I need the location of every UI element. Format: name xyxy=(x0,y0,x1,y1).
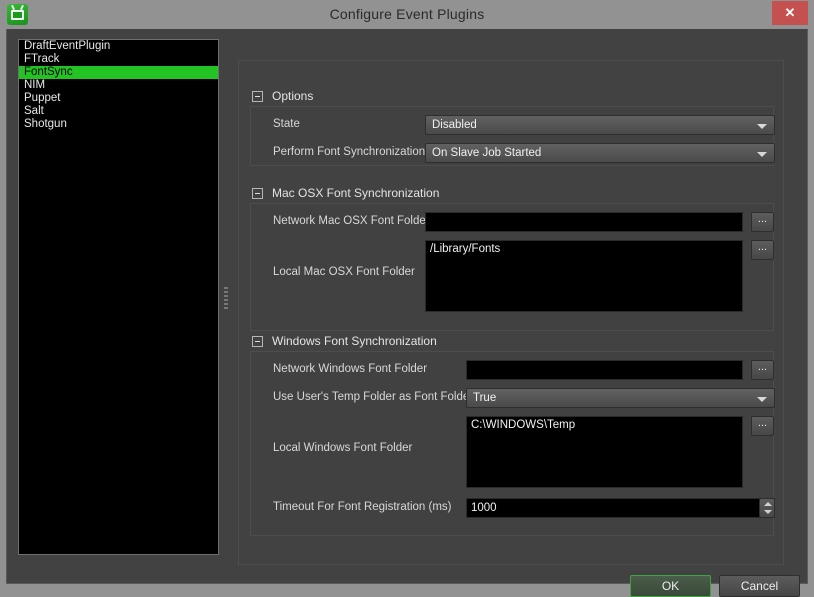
title-bar: Configure Event Plugins ✕ xyxy=(0,0,814,29)
collapse-minus-icon[interactable] xyxy=(252,188,263,199)
browse-local-windows-folder-button[interactable]: ... xyxy=(751,416,774,436)
local-mac-folder-textarea[interactable]: /Library/Fonts xyxy=(425,240,743,312)
use-temp-folder-value: True xyxy=(473,392,497,404)
perform-sync-dropdown[interactable]: On Slave Job Started xyxy=(425,143,775,163)
label-network-windows-folder: Network Windows Font Folder xyxy=(273,363,428,375)
list-item[interactable]: FTrack xyxy=(19,53,218,66)
timeout-spinner[interactable]: 1000 xyxy=(466,498,775,518)
list-item-selected[interactable]: FontSync xyxy=(19,66,218,79)
group-mac-frame: Network Mac OSX Font Folder ... Local Ma… xyxy=(250,203,774,331)
state-value: Disabled xyxy=(432,119,477,131)
chevron-down-icon xyxy=(757,397,767,402)
deadline-monitor-icon xyxy=(7,4,28,25)
group-windows-title: Windows Font Synchronization xyxy=(272,334,437,348)
list-item[interactable]: Salt xyxy=(19,105,218,118)
group-options: Options State Disabled Perform Font Sync… xyxy=(250,87,775,166)
spinner-buttons[interactable] xyxy=(759,498,775,518)
label-timeout: Timeout For Font Registration (ms) xyxy=(273,501,452,513)
local-windows-folder-textarea[interactable]: C:\WINDOWS\Temp xyxy=(466,416,743,488)
chevron-down-icon xyxy=(757,152,767,157)
label-state: State xyxy=(273,118,300,130)
group-options-frame: State Disabled Perform Font Synchronizat… xyxy=(250,106,775,166)
network-mac-folder-input[interactable] xyxy=(425,212,743,232)
list-item[interactable]: Shotgun xyxy=(19,118,218,131)
label-use-temp-folder: Use User's Temp Folder as Font Folder xyxy=(273,391,474,403)
use-temp-folder-dropdown[interactable]: True xyxy=(466,388,775,408)
splitter-handle[interactable] xyxy=(222,39,230,555)
configure-event-plugins-window: Configure Event Plugins ✕ DraftEventPlug… xyxy=(0,0,814,597)
window-title: Configure Event Plugins xyxy=(329,6,485,22)
local-windows-folder-value: C:\WINDOWS\Temp xyxy=(471,419,576,431)
ok-button[interactable]: OK xyxy=(630,575,711,597)
plugin-list[interactable]: DraftEventPlugin FTrack FontSync NIM Pup… xyxy=(18,39,219,555)
spinner-down-icon[interactable] xyxy=(764,510,772,514)
spinner-up-icon[interactable] xyxy=(764,502,772,506)
state-dropdown[interactable]: Disabled xyxy=(425,115,775,135)
cancel-button[interactable]: Cancel xyxy=(719,575,800,597)
browse-network-windows-folder-button[interactable]: ... xyxy=(751,360,774,380)
dialog-body: DraftEventPlugin FTrack FontSync NIM Pup… xyxy=(6,29,809,597)
group-windows-frame: Network Windows Font Folder ... Use User… xyxy=(250,351,775,536)
browse-network-mac-folder-button[interactable]: ... xyxy=(751,212,774,232)
dialog-footer: OK Cancel xyxy=(7,565,809,597)
label-local-windows-folder: Local Windows Font Folder xyxy=(273,442,413,454)
local-mac-folder-value: /Library/Fonts xyxy=(430,243,501,255)
label-network-mac-folder: Network Mac OSX Font Folder xyxy=(273,215,430,227)
list-item[interactable]: DraftEventPlugin xyxy=(19,40,218,53)
group-mac: Mac OSX Font Synchronization Network Mac… xyxy=(250,184,774,331)
timeout-value: 1000 xyxy=(471,502,497,514)
chevron-down-icon xyxy=(757,124,767,129)
close-icon[interactable]: ✕ xyxy=(772,1,808,25)
label-perform-sync: Perform Font Synchronization xyxy=(273,146,426,158)
browse-local-mac-folder-button[interactable]: ... xyxy=(751,240,774,260)
perform-sync-value: On Slave Job Started xyxy=(432,147,542,159)
monitor-screen xyxy=(11,10,24,20)
group-mac-header[interactable]: Mac OSX Font Synchronization xyxy=(250,184,774,203)
group-windows: Windows Font Synchronization Network Win… xyxy=(250,332,775,536)
group-windows-header[interactable]: Windows Font Synchronization xyxy=(250,332,774,351)
collapse-minus-icon[interactable] xyxy=(252,336,263,347)
network-windows-folder-input[interactable] xyxy=(466,360,743,380)
list-item[interactable]: NIM xyxy=(19,79,218,92)
group-options-title: Options xyxy=(272,89,314,103)
settings-panel: Options State Disabled Perform Font Sync… xyxy=(238,60,784,565)
list-item[interactable]: Puppet xyxy=(19,92,218,105)
splitter-grip-icon xyxy=(224,287,228,309)
group-options-header[interactable]: Options xyxy=(250,87,774,106)
collapse-minus-icon[interactable] xyxy=(252,91,263,102)
group-mac-title: Mac OSX Font Synchronization xyxy=(272,186,440,200)
label-local-mac-folder: Local Mac OSX Font Folder xyxy=(273,266,415,278)
